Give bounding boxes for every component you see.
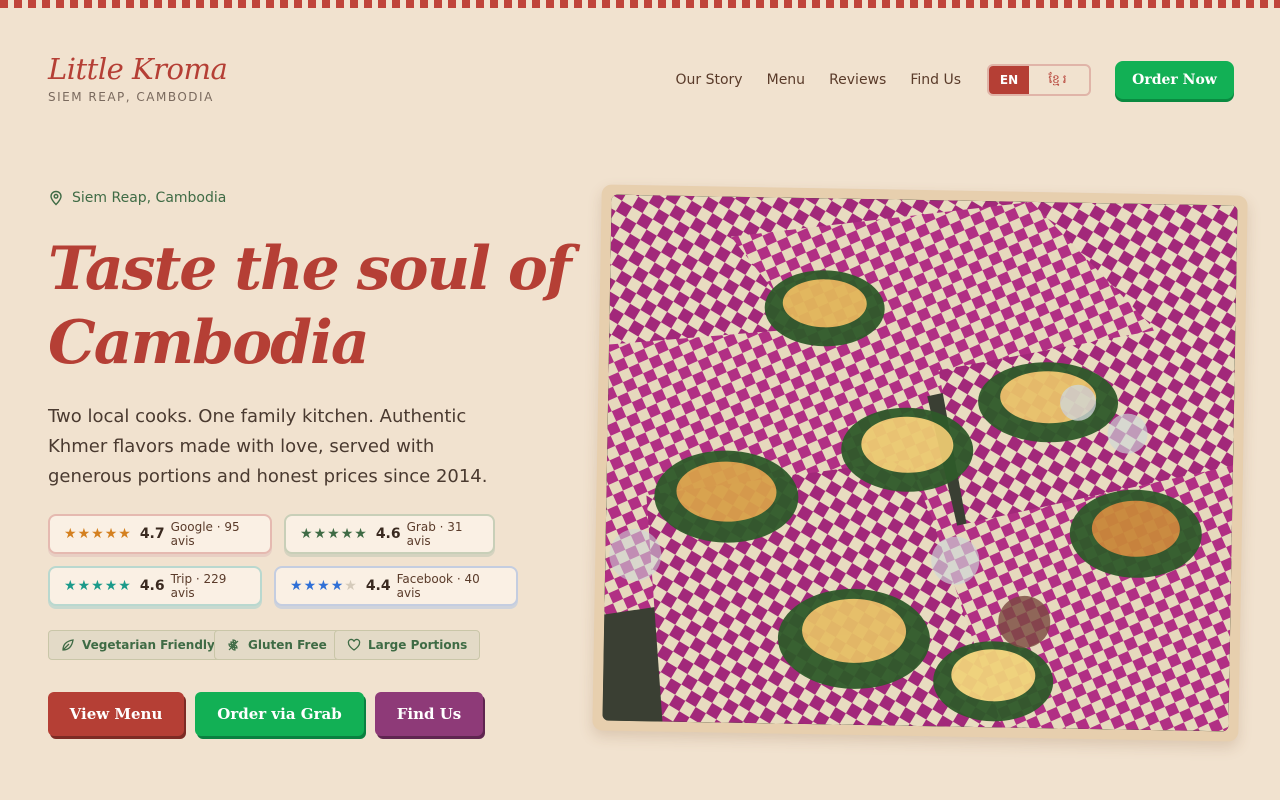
tag-label: Vegetarian Friendly [82,638,215,652]
hero-photo-frame [592,184,1248,742]
rating-source: Trip · 229 avis [170,572,227,600]
star-icon: ★ [327,526,340,542]
rating-badge-google[interactable]: ★ ★ ★ ★ ★ 4.7 Google · 95 avis [48,514,272,554]
food-photo [602,194,1238,732]
star-icon: ★ [64,578,77,594]
star-icon: ★ [77,526,91,542]
rating-source: Grab · 31 avis [406,520,463,548]
brand-logo[interactable]: Little Kroma SIEM REAP, CAMBODIA [48,52,228,104]
nav-menu[interactable]: Menu [767,72,805,88]
brand-location: SIEM REAP, CAMBODIA [48,90,214,104]
leaf-icon [62,639,74,651]
map-pin-icon [50,190,62,206]
star-icon: ★ [104,526,118,542]
star-icon: ★ [303,578,317,594]
star-icon: ★ [104,578,118,594]
star-rating-icon: ★ ★ ★ ★ ★ [64,579,132,593]
heart-icon [347,638,361,651]
rating-score: 4.4 [365,578,391,594]
star-icon: ★ [290,578,303,594]
rating-source: Google · 95 avis [170,520,240,548]
tag-large-portions: Large Portions [334,630,481,660]
rating-score: 4.6 [139,578,165,594]
tag-label: Gluten Free [248,638,327,652]
rating-badge-trip[interactable]: ★ ★ ★ ★ ★ 4.6 Trip · 229 avis [48,566,262,606]
star-icon: ★ [77,578,91,594]
hero-location-text: Siem Reap, Cambodia [72,190,227,206]
star-icon: ★ [300,526,313,542]
nav-find-us[interactable]: Find Us [910,72,961,88]
star-icon: ★ [317,578,330,594]
star-icon: ★ [330,578,344,594]
lang-en-button[interactable]: EN [989,66,1029,94]
rating-score: 4.7 [139,526,165,542]
star-icon: ★ [91,526,104,542]
order-now-button[interactable]: Order Now [1115,61,1234,99]
nav-reviews[interactable]: Reviews [829,72,886,88]
hero-headline: Taste the soul of Cambodia [48,234,572,378]
star-rating-icon: ★ ★ ★ ★ ★ [64,527,132,541]
star-icon: ★ [91,578,104,594]
language-switcher: EN ខ្មែរ [987,64,1091,96]
decorative-stripe [0,0,1280,8]
star-icon: ★ [118,578,131,594]
lang-km-button[interactable]: ខ្មែរ [1029,66,1089,94]
rating-badge-facebook[interactable]: ★ ★ ★ ★ ★ 4.4 Facebook · 40 avis [274,566,518,606]
tag-label: Large Portions [368,638,468,652]
hero-location: Siem Reap, Cambodia [48,190,226,206]
star-icon: ★ [344,578,357,594]
nav-our-story[interactable]: Our Story [676,72,743,88]
star-rating-icon: ★ ★ ★ ★ ★ [300,527,368,541]
star-rating-icon: ★ ★ ★ ★ ★ [290,579,358,593]
rating-badge-grab[interactable]: ★ ★ ★ ★ ★ 4.6 Grab · 31 avis [284,514,495,554]
tag-gluten-free: Gluten Free [214,630,340,660]
tag-vegetarian: Vegetarian Friendly [48,630,228,660]
star-icon: ★ [313,526,327,542]
rating-score: 4.6 [375,526,401,542]
star-icon: ★ [340,526,354,542]
star-icon: ★ [64,526,77,542]
brand-name: Little Kroma [48,52,228,86]
hero-description: Two local cooks. One family kitchen. Aut… [48,406,488,487]
wheat-icon [228,639,239,651]
top-nav: Our Story Menu Reviews Find Us EN ខ្មែរ … [676,61,1234,99]
find-us-button[interactable]: Find Us [375,692,483,736]
star-icon: ★ [118,526,131,542]
view-menu-button[interactable]: View Menu [48,692,184,736]
rating-source: Facebook · 40 avis [396,572,480,600]
order-via-grab-button[interactable]: Order via Grab [195,692,364,736]
star-icon: ★ [354,526,367,542]
